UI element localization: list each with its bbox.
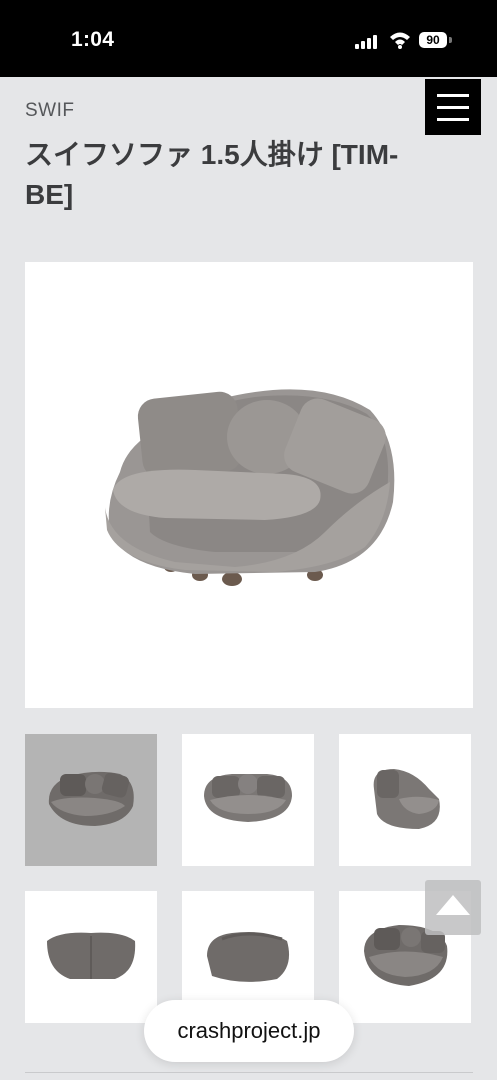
thumbnail-1[interactable] xyxy=(25,734,157,866)
product-title: スイフソファ 1.5人掛け [TIM-BE] xyxy=(25,139,399,210)
menu-icon xyxy=(437,94,469,97)
battery-icon: 90 xyxy=(419,32,447,48)
battery-tip xyxy=(449,37,452,43)
status-bar: 1:04 90 xyxy=(0,0,497,77)
wifi-icon xyxy=(390,32,410,49)
signal-icon xyxy=(355,33,381,49)
thumbnail-2[interactable] xyxy=(182,734,314,866)
main-product-image[interactable] xyxy=(25,262,473,708)
menu-button[interactable] xyxy=(425,79,481,135)
browser-url-bar[interactable]: crashproject.jp xyxy=(144,1000,354,1062)
thumbnail-4[interactable] xyxy=(25,891,157,1023)
status-time: 1:04 xyxy=(71,28,115,51)
thumbnail-3[interactable] xyxy=(339,734,471,866)
divider xyxy=(25,1072,473,1073)
sofa-image xyxy=(105,389,395,586)
scroll-to-top-button[interactable] xyxy=(425,880,481,935)
brand-name: SWIF xyxy=(25,100,75,121)
